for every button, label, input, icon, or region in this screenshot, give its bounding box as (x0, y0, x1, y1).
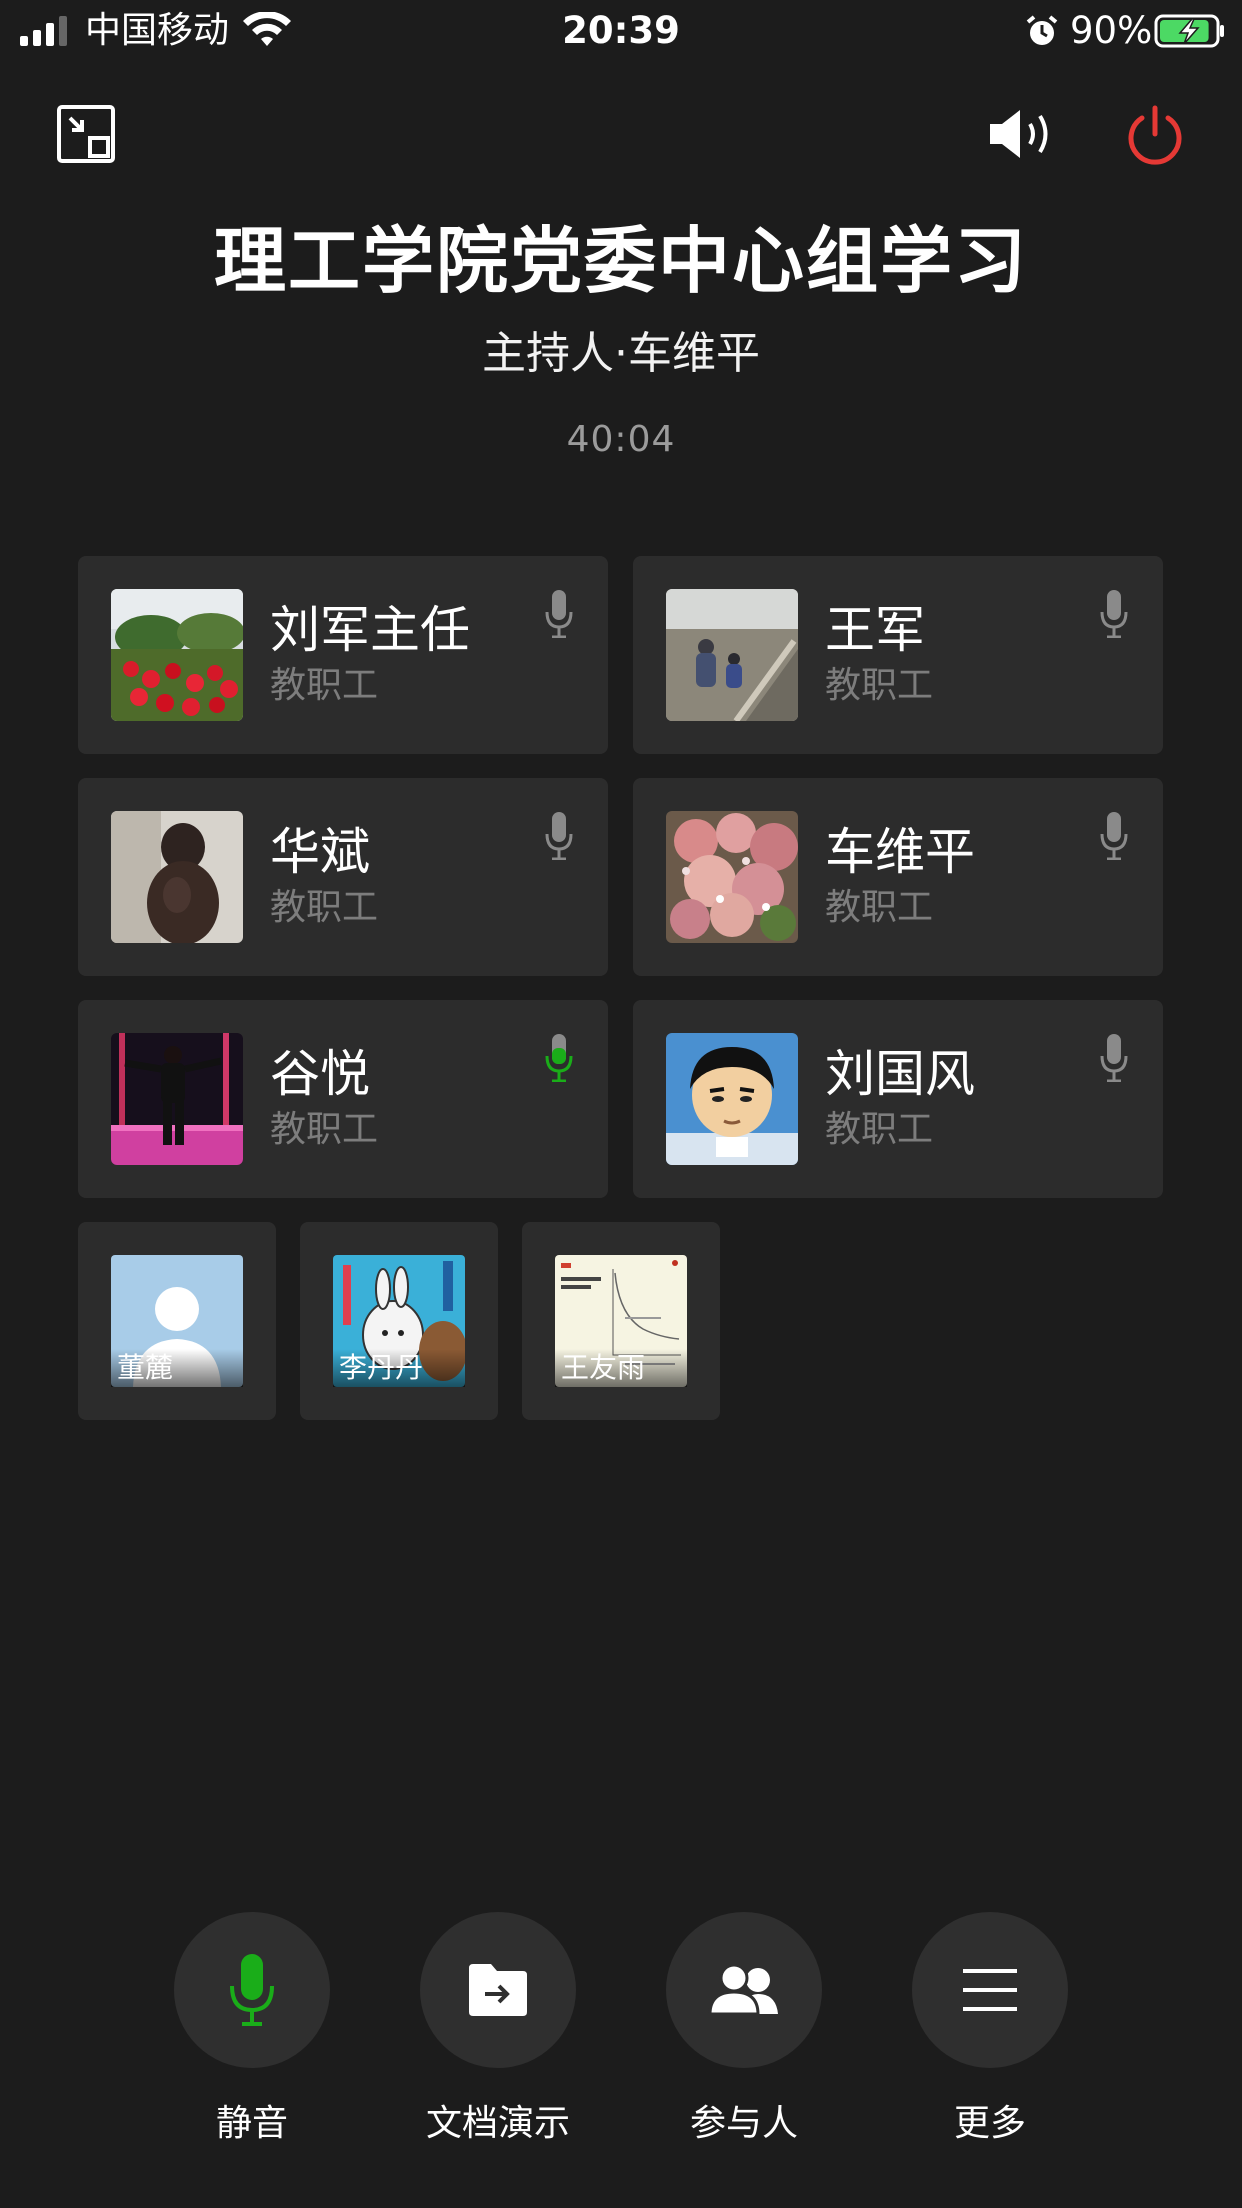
participant-card[interactable]: 华斌 教职工 (78, 778, 608, 976)
participant-role: 教职工 (825, 887, 934, 928)
avatar (666, 589, 798, 721)
participants-button[interactable]: 参与人 (644, 1912, 844, 2152)
mute-circle[interactable] (174, 1912, 330, 2068)
more-button[interactable]: 更多 (890, 1912, 1090, 2152)
participants-label: 参与人 (689, 2103, 798, 2144)
battery-charging-icon (1154, 14, 1224, 48)
participant-name: 王军 (825, 601, 925, 659)
menu-icon (963, 1969, 1017, 2011)
participants-icon (708, 1964, 778, 2016)
participant-name: 华斌 (270, 823, 370, 881)
participant-role: 教职工 (825, 1109, 934, 1150)
participants-circle[interactable] (666, 1912, 822, 2068)
share-document-circle[interactable] (420, 1912, 576, 2068)
avatar (111, 589, 243, 721)
participant-card[interactable]: 谷悦 教职工 (78, 1000, 608, 1198)
mute-button[interactable]: 静音 (152, 1912, 352, 2152)
participant-tile[interactable]: 李丹丹 (300, 1222, 498, 1420)
more-label: 更多 (953, 2103, 1026, 2144)
participant-name: 刘军主任 (270, 601, 470, 659)
power-icon[interactable] (1124, 104, 1186, 166)
meeting-timer: 40:04 (566, 419, 676, 460)
avatar (666, 1033, 798, 1165)
participant-role: 教职工 (270, 887, 379, 928)
microphone-icon (545, 590, 573, 638)
participant-card[interactable]: 车维平 教职工 (633, 778, 1163, 976)
participant-role: 教职工 (270, 1109, 379, 1150)
participant-tile[interactable]: 王友雨 (522, 1222, 720, 1420)
speaker-icon[interactable] (988, 106, 1058, 162)
meeting-host: 主持人·车维平 (482, 328, 760, 379)
folder-share-icon (469, 1964, 527, 2016)
microphone-active-icon (230, 1954, 274, 2026)
participant-tile[interactable]: 董麓 (78, 1222, 276, 1420)
participant-card[interactable]: 王军 教职工 (633, 556, 1163, 754)
participant-role: 教职工 (270, 665, 379, 706)
meeting-title: 理工学院党委中心组学习 (213, 219, 1028, 303)
participant-name: 王友雨 (555, 1349, 687, 1387)
participant-card[interactable]: 刘军主任 教职工 (78, 556, 608, 754)
participant-name: 车维平 (825, 823, 975, 881)
share-document-button[interactable]: 文档演示 (398, 1912, 598, 2152)
participant-role: 教职工 (825, 665, 934, 706)
participant-name: 李丹丹 (333, 1349, 465, 1387)
share-document-label: 文档演示 (425, 2103, 570, 2144)
avatar (111, 1033, 243, 1165)
microphone-icon (1100, 590, 1128, 638)
participant-name: 董麓 (111, 1349, 243, 1387)
microphone-icon (545, 812, 573, 860)
participant-name: 刘国风 (825, 1045, 975, 1103)
microphone-icon (1100, 812, 1128, 860)
participant-name: 谷悦 (270, 1045, 370, 1103)
battery-percent: 90% (1070, 9, 1153, 52)
participant-card[interactable]: 刘国风 教职工 (633, 1000, 1163, 1198)
alarm-icon (1026, 15, 1058, 45)
avatar (666, 811, 798, 943)
minimize-window-icon[interactable] (56, 104, 116, 164)
avatar (111, 811, 243, 943)
status-bar: 中国移动 20:39 90% (0, 0, 1242, 62)
microphone-active-icon (545, 1034, 573, 1082)
microphone-icon (1100, 1034, 1128, 1082)
mute-label: 静音 (215, 2103, 288, 2144)
more-circle[interactable] (912, 1912, 1068, 2068)
